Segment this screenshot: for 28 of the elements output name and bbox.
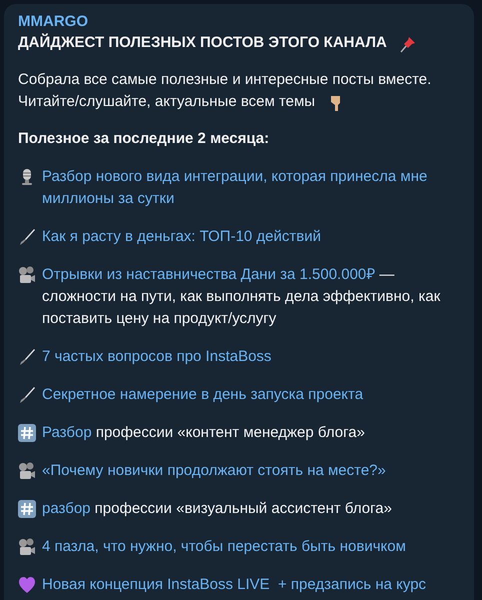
hashtag-icon — [18, 500, 36, 518]
message-title: ДАЙДЖЕСТ ПОЛЕЗНЫХ ПОСТОВ ЭТОГО КАНАЛА — [18, 32, 387, 53]
post-description: Разбор профессии «контент менеджер блога» — [42, 423, 366, 443]
post-description: разбор профессии «визуальный ассистент блога» — [42, 499, 393, 519]
post-link[interactable]: разбор — [42, 500, 91, 517]
post-link[interactable]: Новая концепция InstaBoss LIVE + предзапись на курс — [42, 574, 460, 596]
intro-text: Собрала все самые полезные и интересные посты вместе. — [18, 70, 432, 90]
post-description: Отрывки из наставничества Дани за 1.500.000₽ — сложности на пути, как выполнять дела эффективно, как поставить цену на продукт/услугу — [42, 265, 442, 329]
section-heading: Полезное за последние 2 месяца: — [18, 129, 270, 149]
post-link[interactable]: 7 частых вопросов про InstaBoss — [42, 346, 460, 368]
pushpin-icon — [398, 35, 417, 53]
brush-icon — [18, 386, 36, 404]
film-projector-icon — [18, 462, 36, 480]
hashtag-icon — [18, 424, 36, 442]
post-link[interactable]: Как я расту в деньгах: ТОП-10 действий — [42, 226, 460, 248]
post-link[interactable]: Отрывки из наставничества Дани за 1.500.000₽ — [42, 266, 376, 283]
film-projector-icon — [18, 266, 36, 284]
brush-icon — [18, 228, 36, 246]
film-projector-icon — [18, 538, 36, 556]
post-link[interactable]: Разбор нового вида интеграции, которая принесла мне миллионы за сутки — [42, 166, 460, 210]
post-link[interactable]: «Почему новички продолжают стоять на месте?» — [42, 460, 460, 482]
brush-icon — [18, 348, 36, 366]
intro-text: Читайте/слушайте, актуальные всем темы — [18, 92, 316, 112]
channel-name[interactable]: MMARGO — [18, 12, 460, 32]
post-link[interactable]: 4 пазла, что нужно, чтобы перестать быть новичком — [42, 536, 460, 558]
post-link[interactable]: Секретное намерение в день запуска проекта — [42, 384, 460, 406]
post-link[interactable]: Разбор — [42, 424, 92, 441]
heart-icon — [18, 576, 36, 594]
